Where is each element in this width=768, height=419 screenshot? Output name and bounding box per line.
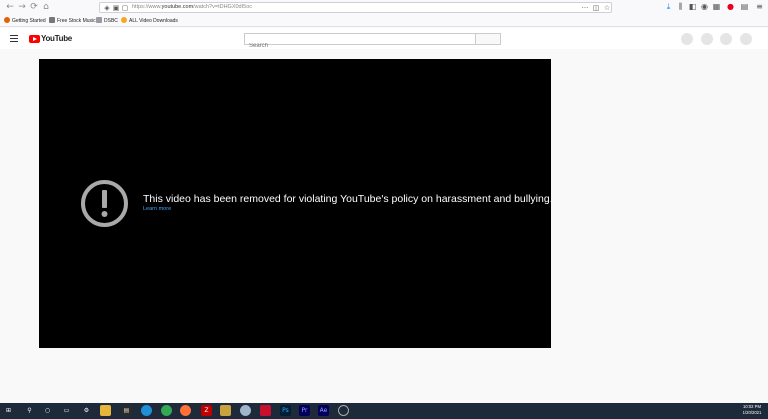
address-bar[interactable]: ◈ ▣ ▢ https://www.youtube.com/watch?v=tD…	[99, 2, 612, 13]
more-actions-icon[interactable]: ···	[581, 4, 589, 12]
sidebar-icon[interactable]: ◧	[688, 2, 697, 12]
lock-icon[interactable]: ▣	[112, 4, 120, 12]
header-action-circle[interactable]	[701, 33, 713, 45]
cortana-icon[interactable]: ○	[42, 405, 53, 416]
reload-icon[interactable]: ⟳	[29, 2, 39, 12]
home-icon[interactable]: ⌂	[41, 2, 51, 12]
warning-icon	[81, 180, 128, 227]
youtube-play-icon	[29, 35, 40, 43]
bookmark-star-icon[interactable]: ☆	[603, 4, 611, 12]
windows-taskbar	[0, 403, 768, 419]
header-action-circle[interactable]	[681, 33, 693, 45]
clock-icon[interactable]	[338, 405, 349, 416]
after-effects-icon[interactable]: Ae	[318, 405, 329, 416]
photoshop-icon[interactable]: Ps	[280, 405, 291, 416]
url-path: /watch?v=tDHGX0dI5oc	[193, 4, 253, 10]
edge-icon[interactable]	[141, 405, 152, 416]
filezilla-icon[interactable]: Z	[201, 405, 212, 416]
header-action-circle[interactable]	[720, 33, 732, 45]
back-arrow-icon[interactable]: ←	[5, 2, 15, 12]
learn-more-link[interactable]: Learn more	[143, 206, 171, 213]
app-icon[interactable]	[220, 405, 231, 416]
bookmark-free-stock-music[interactable]: Free Stock Music	[49, 16, 96, 26]
header-action-circle[interactable]	[740, 33, 752, 45]
premiere-icon[interactable]: Pr	[299, 405, 310, 416]
url-prefix: https://www.	[132, 4, 162, 10]
removal-message: This video has been removed for violatin…	[143, 193, 553, 205]
bookmark-label: Free Stock Music	[57, 18, 96, 24]
firefox-icon[interactable]	[180, 405, 191, 416]
search-box[interactable]	[244, 33, 475, 51]
system-clock[interactable]: 10:02 PM 1/20/2021	[738, 404, 766, 416]
bookmark-all-video-downloads[interactable]: ALL Video Downloads	[121, 16, 178, 26]
settings-icon[interactable]: ⚙	[81, 405, 92, 416]
url-host: youtube.com	[161, 4, 194, 10]
bookmark-getting-started[interactable]: Getting Started	[4, 16, 46, 26]
bookmark-label: DSBC	[104, 18, 118, 24]
search-button[interactable]	[475, 33, 501, 45]
pinterest-icon[interactable]: ●	[726, 2, 735, 12]
media-icon[interactable]	[240, 405, 251, 416]
chrome-icon[interactable]	[161, 405, 172, 416]
search-input[interactable]	[245, 41, 475, 51]
youtube-logo-text: YouTube	[41, 34, 72, 43]
app-icon[interactable]: ▤	[121, 405, 132, 416]
clock-date: 1/20/2021	[742, 410, 762, 415]
firefox-icon	[4, 17, 10, 23]
extension-icon[interactable]: ▦	[712, 2, 721, 12]
bookmark-dsbc[interactable]: DSBC	[96, 16, 118, 26]
menu-icon[interactable]: ≡	[755, 2, 764, 12]
forward-arrow-icon[interactable]: →	[17, 2, 27, 12]
page-icon	[49, 17, 55, 23]
library-icon[interactable]: ⫼	[676, 2, 685, 12]
task-view-icon[interactable]: ▭	[61, 405, 72, 416]
permissions-icon[interactable]: ▢	[121, 4, 129, 12]
extension-icon[interactable]: ▤	[740, 2, 749, 12]
shield-icon[interactable]: ◈	[103, 4, 111, 12]
app-icon[interactable]	[260, 405, 271, 416]
account-icon[interactable]: ◉	[700, 2, 709, 12]
pocket-icon[interactable]: ◫	[592, 4, 600, 12]
bookmark-label: Getting Started	[12, 18, 46, 24]
folder-icon	[96, 17, 102, 23]
search-icon[interactable]: ⚲	[24, 405, 35, 416]
hamburger-menu-icon[interactable]	[10, 35, 18, 42]
download-icon[interactable]: ⤓	[664, 2, 673, 12]
bookmark-label: ALL Video Downloads	[129, 18, 178, 24]
windows-start-icon[interactable]: ⊞	[3, 405, 14, 416]
url-text[interactable]: https://www.youtube.com/watch?v=tDHGX0dI…	[132, 3, 252, 12]
file-explorer-icon[interactable]	[100, 405, 111, 416]
site-icon	[121, 17, 127, 23]
